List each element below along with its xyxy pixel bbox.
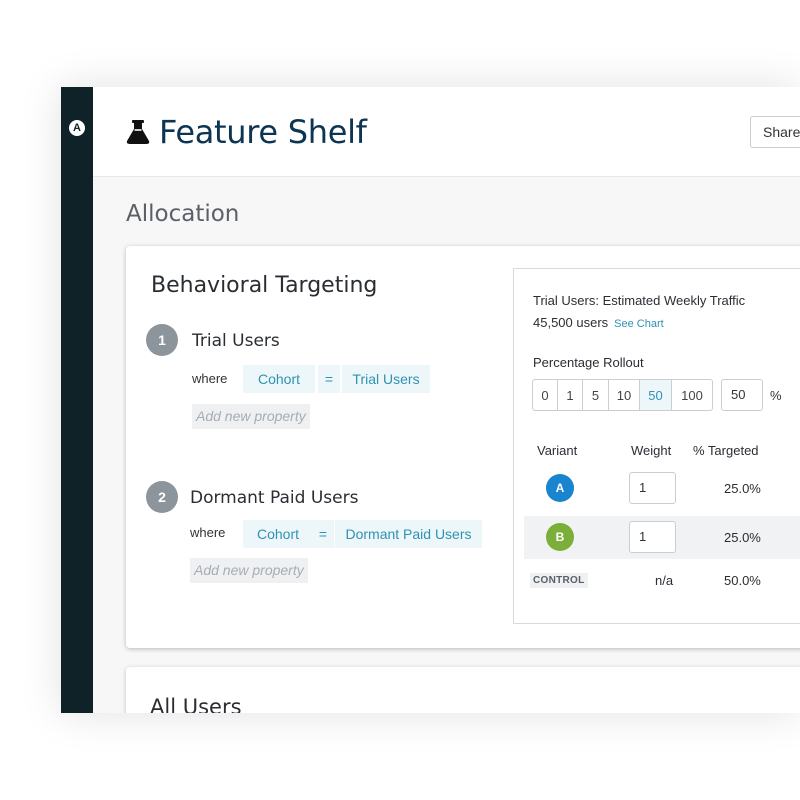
targeted-value: 25.0%	[724, 530, 761, 545]
weight-input[interactable]: 1	[629, 521, 676, 553]
allocation-title: Allocation	[126, 201, 240, 227]
targeted-value: 25.0%	[724, 481, 761, 496]
variant-badge: A	[546, 474, 574, 502]
see-chart-link[interactable]: See Chart	[614, 318, 664, 330]
users-count: 45,500 users See Chart	[533, 315, 664, 330]
rollout-panel: Trial Users: Estimated Weekly Traffic 45…	[513, 268, 800, 624]
percent-suffix: %	[770, 388, 782, 403]
behavioral-targeting-title: Behavioral Targeting	[151, 273, 378, 298]
property-chip[interactable]: Cohort	[243, 365, 315, 393]
value-chip[interactable]: Dormant Paid Users	[335, 520, 482, 548]
where-label: where	[192, 371, 228, 386]
rollout-option[interactable]: 0	[533, 380, 558, 410]
percentage-rollout-label: Percentage Rollout	[533, 355, 644, 370]
header: Feature Shelf Share	[93, 87, 800, 177]
all-users-card: All Users	[126, 667, 800, 713]
operator-chip[interactable]: =	[318, 365, 340, 393]
amplitude-logo-icon[interactable]: A	[69, 120, 85, 136]
targeted-header: % Targeted	[693, 443, 759, 458]
weight-header: Weight	[631, 443, 672, 458]
app-window: A Feature Shelf Share Allocation Behavio…	[61, 87, 800, 713]
percentage-rollout-options: 0 1 5 10 50 100	[532, 379, 713, 411]
add-property-button[interactable]: Add new property	[190, 558, 308, 583]
behavioral-targeting-card: Behavioral Targeting 1 Trial Users where…	[126, 246, 800, 648]
users-count-value: 45,500 users	[533, 315, 609, 330]
segment-name[interactable]: Dormant Paid Users	[190, 488, 358, 508]
add-property-button[interactable]: Add new property	[192, 404, 310, 429]
rollout-percentage-input[interactable]: 50	[721, 379, 763, 411]
traffic-title: Trial Users: Estimated Weekly Traffic	[533, 293, 746, 308]
value-chip[interactable]: Trial Users	[342, 365, 430, 393]
variant-header: Variant	[537, 443, 578, 458]
all-users-title: All Users	[150, 695, 242, 713]
sidebar: A	[61, 87, 93, 713]
rollout-option-selected[interactable]: 50	[640, 380, 672, 410]
rollout-option[interactable]: 1	[558, 380, 583, 410]
operator-chip[interactable]: =	[312, 520, 334, 548]
rollout-option[interactable]: 100	[672, 380, 712, 410]
control-targeted-value: 50.0%	[724, 573, 761, 588]
property-chip[interactable]: Cohort	[243, 520, 313, 548]
control-badge: CONTROL	[530, 573, 588, 588]
control-weight: n/a	[655, 573, 674, 588]
segment-number: 2	[146, 481, 178, 513]
where-label: where	[190, 525, 226, 540]
flask-icon	[126, 120, 150, 144]
segment-name[interactable]: Trial Users	[192, 331, 280, 351]
share-button[interactable]: Share	[750, 116, 800, 148]
rollout-option[interactable]: 5	[583, 380, 609, 410]
rollout-option[interactable]: 10	[609, 380, 640, 410]
weight-input[interactable]: 1	[629, 472, 676, 504]
segment-number: 1	[146, 324, 178, 356]
page-title: Feature Shelf	[159, 113, 367, 151]
variant-badge: B	[546, 523, 574, 551]
